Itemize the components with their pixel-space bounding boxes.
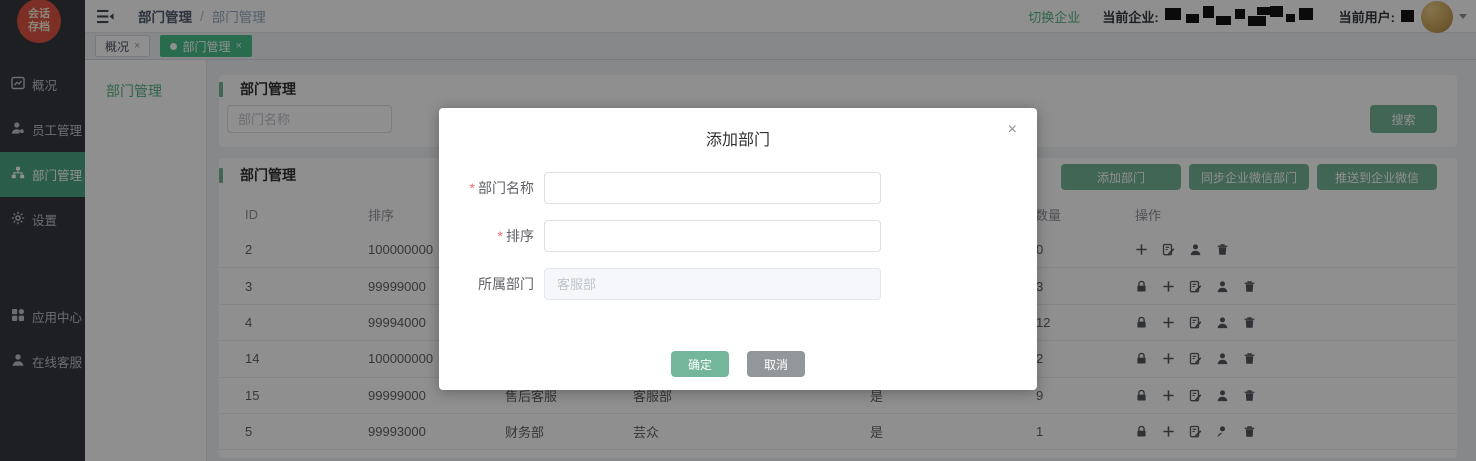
department-name-input[interactable]: [544, 172, 881, 204]
add-department-dialog: 添加部门 × *部门名称 *排序 所属部门 确定 取消: [439, 108, 1037, 390]
form-row-department-name: *部门名称: [459, 172, 1017, 204]
page: 会话 存档 概况 员工管理 部门管理 设置 应用中心: [0, 0, 1476, 461]
sort-input[interactable]: [544, 220, 881, 252]
form-row-sort: *排序: [459, 220, 1017, 252]
field-label: 所属部门: [459, 274, 534, 294]
form-row-parent-department: 所属部门: [459, 268, 1017, 300]
required-marker: *: [498, 228, 503, 244]
dialog-footer: 确定 取消: [439, 351, 1037, 377]
cancel-button[interactable]: 取消: [747, 351, 805, 377]
dialog-title: 添加部门: [439, 126, 1037, 150]
parent-department-input: [544, 268, 881, 300]
close-icon[interactable]: ×: [1008, 122, 1017, 138]
confirm-button[interactable]: 确定: [671, 351, 729, 377]
field-label: *部门名称: [459, 178, 534, 198]
field-label: *排序: [459, 226, 534, 246]
required-marker: *: [470, 180, 475, 196]
